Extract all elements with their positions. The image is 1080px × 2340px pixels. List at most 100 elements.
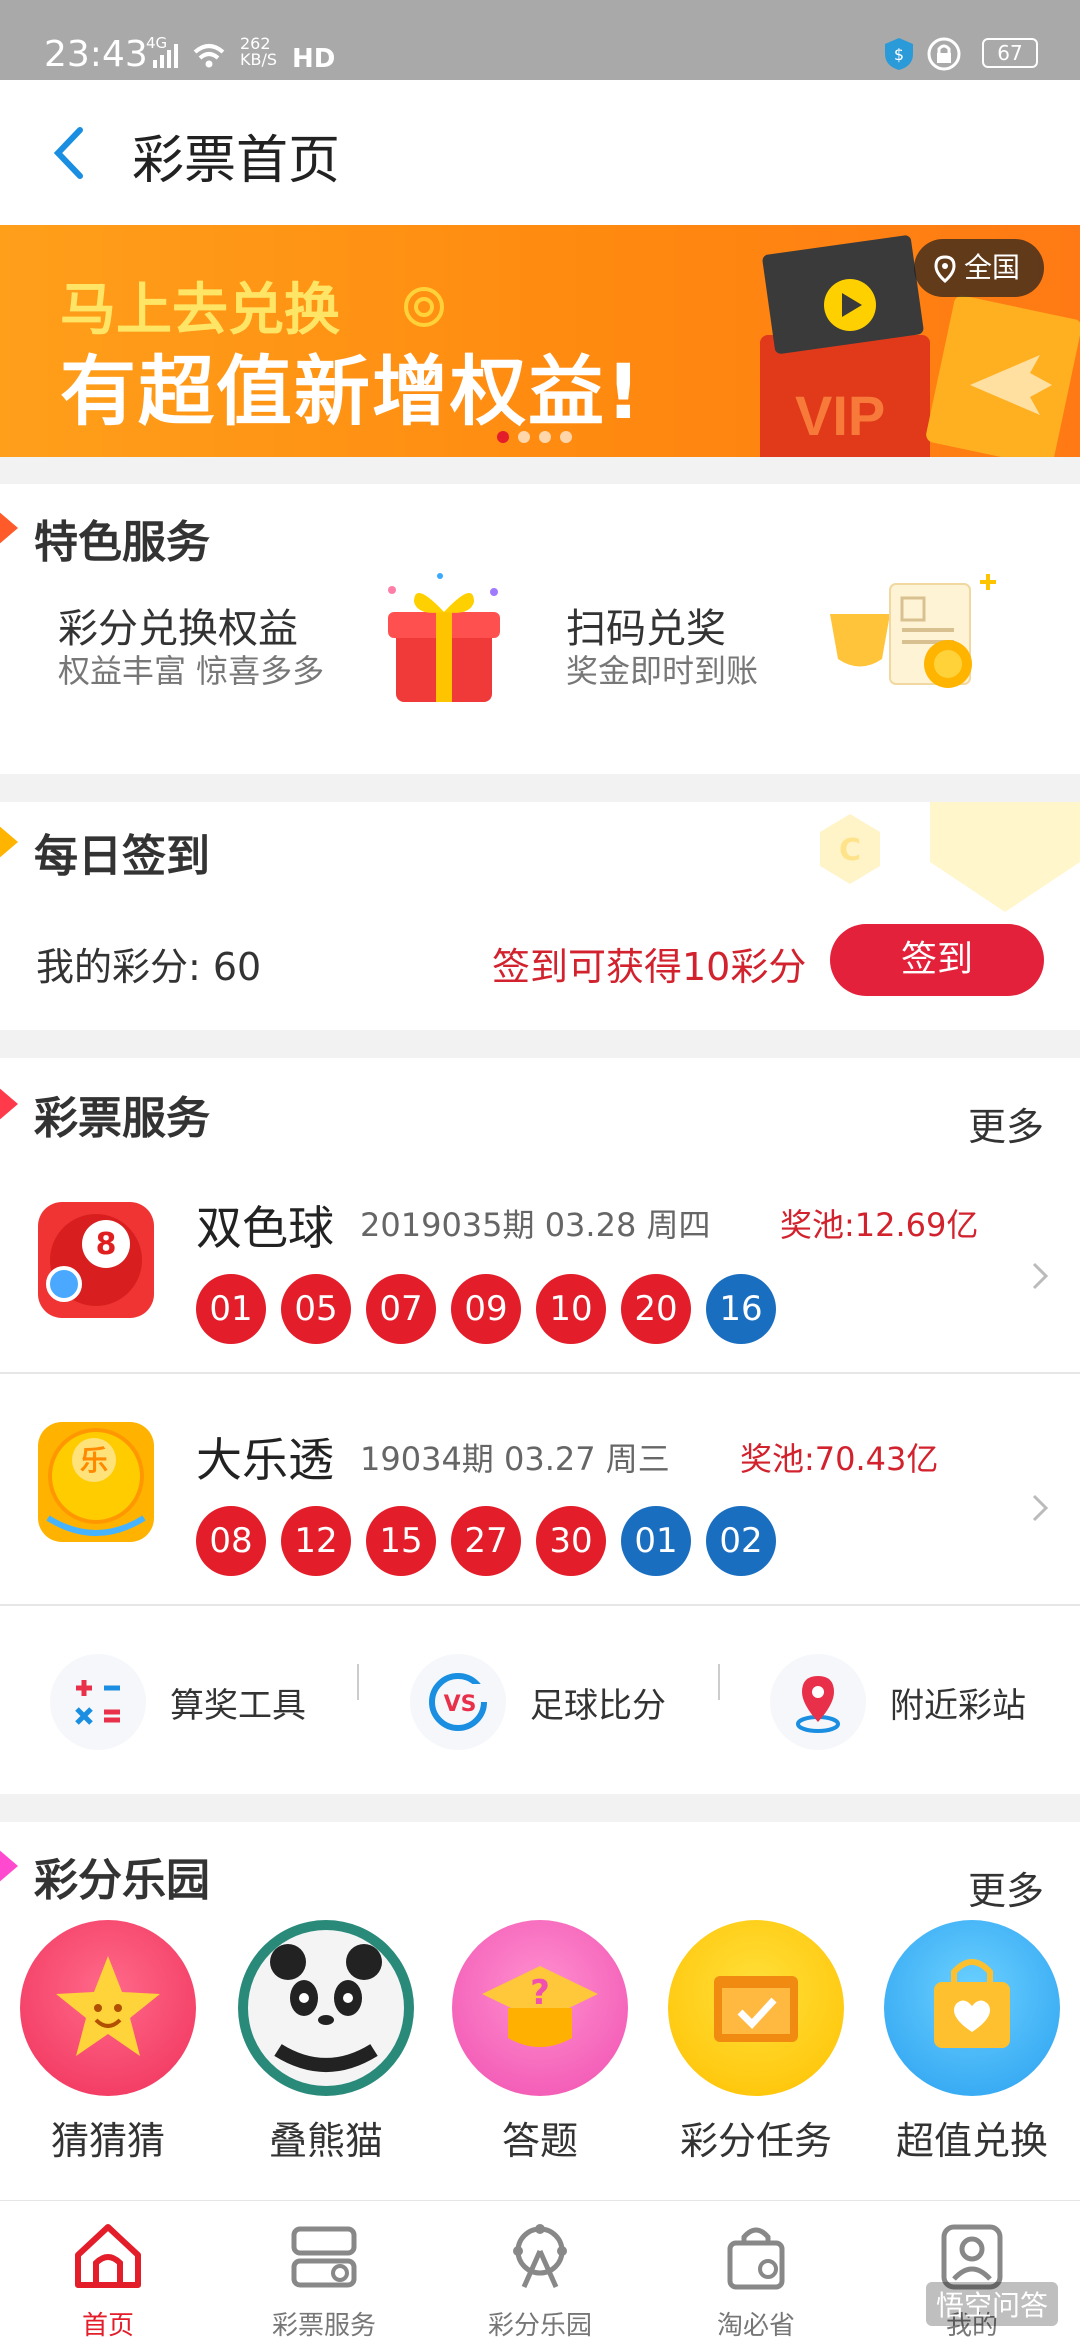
section-marker	[0, 510, 18, 546]
checkin-button[interactable]: 签到	[830, 924, 1044, 996]
shopping-bag-icon	[727, 2227, 785, 2290]
my-points-label: 我的彩分: 60	[36, 945, 262, 989]
red-ball: 12	[281, 1506, 351, 1576]
lottery-name: 双色球	[196, 1201, 334, 1255]
service-subtitle: 奖金即时到账	[566, 652, 759, 690]
lottery-services-card: 彩票服务 更多 8 双色球 2019035期 03.28 周四 奖池:12.69…	[0, 1058, 1080, 1794]
divider	[357, 1664, 359, 1700]
banner-subheadline: 有超值新增权益!	[60, 347, 643, 436]
question-cap-icon: ?	[482, 1966, 598, 2047]
tool-label: 足球比分	[530, 1686, 666, 1726]
svg-text:?: ?	[530, 1973, 550, 2013]
carousel-dot[interactable]	[518, 431, 530, 443]
task-check-icon	[714, 1976, 798, 2042]
checkin-reward-text: 签到可获得10彩分	[492, 945, 807, 989]
location-selector[interactable]: 全国	[913, 239, 1044, 297]
section-title: 特色服务	[34, 517, 210, 568]
le-badge-icon: 乐	[38, 1422, 154, 1542]
carousel-dot[interactable]	[560, 431, 572, 443]
section-marker	[0, 1086, 18, 1122]
shield-icon: $	[885, 38, 913, 70]
section-title: 彩分乐园	[34, 1855, 210, 1906]
park-item-label: 彩分任务	[679, 2119, 832, 2163]
promo-banner[interactable]: 马上去兑换 有超值新增权益! VIP 全国	[0, 225, 1080, 457]
park-item-label: 猜猜猜	[50, 2119, 165, 2163]
home-icon	[75, 2224, 141, 2288]
star-face-icon	[56, 1956, 160, 2056]
panda-icon	[248, 1930, 404, 2086]
page-title: 彩票首页	[132, 131, 341, 191]
location-label: 全国	[963, 251, 1020, 284]
exchange-rights-item[interactable]: 彩分兑换权益 权益丰富 惊喜多多	[0, 573, 540, 764]
tab-label: 彩票服务	[271, 2311, 376, 2340]
section-marker	[0, 824, 18, 860]
points-task-button[interactable]	[668, 1920, 844, 2096]
red-ball: 20	[621, 1274, 691, 1344]
park-item-label: 答题	[501, 2119, 578, 2163]
divider	[718, 1664, 720, 1700]
park-more-link[interactable]: 更多	[968, 1860, 1044, 1915]
nearby-stations-tool[interactable]: 附近彩站	[770, 1648, 1070, 1758]
chevron-right-icon	[1032, 1494, 1049, 1522]
lottery-row-shuangseqiu[interactable]: 8 双色球 2019035期 03.28 周四 奖池:12.69亿 01 05 …	[0, 1178, 1080, 1374]
tab-points-park[interactable]: 彩分乐园	[432, 2201, 648, 2340]
carousel-dot[interactable]	[497, 431, 509, 443]
tab-home[interactable]: 首页	[0, 2201, 216, 2340]
red-ball: 27	[451, 1506, 521, 1576]
svg-text:乐: 乐	[80, 1444, 108, 1477]
tool-label: 附近彩站	[890, 1686, 1026, 1726]
svg-text:8: 8	[96, 1227, 117, 1262]
svg-text:C: C	[839, 833, 861, 868]
tab-label: 淘必省	[716, 2311, 795, 2340]
lottery-row-daletou[interactable]: 乐 大乐透 19034期 03.27 周三 奖池:70.43亿 08 12 15…	[0, 1378, 1080, 1606]
status-time: 23:43	[44, 34, 148, 75]
scan-redeem-item[interactable]: 扫码兑奖 奖金即时到账	[540, 574, 1080, 764]
location-pin-icon	[770, 1654, 866, 1750]
featured-services-card: 特色服务 彩分兑换权益 权益丰富 惊喜多多 扫码兑奖 奖金即时到账	[0, 484, 1080, 774]
battery-indicator: 67	[982, 38, 1038, 68]
lottery-name: 大乐透	[196, 1433, 334, 1487]
service-subtitle: 权益丰富 惊喜多多	[58, 652, 325, 690]
quiz-button[interactable]: ?	[452, 1920, 628, 2096]
section-title: 彩票服务	[34, 1093, 210, 1144]
coin-icon	[404, 287, 444, 327]
ball-8-icon: 8	[38, 1202, 154, 1318]
calculator-icon	[50, 1654, 146, 1750]
red-ball: 30	[536, 1506, 606, 1576]
net-speed: 262 KB/S	[240, 34, 278, 69]
lottery-more-link[interactable]: 更多	[968, 1096, 1044, 1151]
guess-game-button[interactable]	[20, 1920, 196, 2096]
lottery-pool: 奖池:12.69亿	[780, 1206, 979, 1244]
prize-calculator-tool[interactable]: 算奖工具	[50, 1648, 350, 1758]
ferris-wheel-icon	[513, 2224, 567, 2289]
lottery-pool: 奖池:70.43亿	[740, 1440, 939, 1478]
tab-taobisheng[interactable]: 淘必省	[648, 2201, 864, 2340]
net-type: 4G	[146, 34, 168, 52]
red-ball: 10	[536, 1274, 606, 1344]
football-score-tool[interactable]: VS 足球比分	[410, 1648, 710, 1758]
stack-panda-button[interactable]	[238, 1920, 414, 2096]
park-item-label: 超值兑换	[895, 2119, 1048, 2163]
tab-lottery-service[interactable]: 彩票服务	[216, 2201, 432, 2340]
back-arrow-icon[interactable]	[40, 118, 100, 188]
status-bar: 23:43 4G 262 KB/S HD $ 67	[0, 0, 1080, 80]
svg-text:$: $	[894, 45, 904, 64]
carousel-dot[interactable]	[539, 431, 551, 443]
coin-decoration-icon: C	[820, 802, 1080, 912]
value-exchange-button[interactable]	[884, 1920, 1060, 2096]
carousel-dots	[497, 428, 581, 447]
gift-box-icon	[388, 573, 500, 702]
top-navbar: 彩票首页	[0, 80, 1080, 225]
tab-label: 首页	[81, 2311, 134, 2340]
bottom-tab-bar: 首页 彩票服务 彩分乐园 淘必省 我的	[0, 2200, 1080, 2340]
chevron-right-icon	[1032, 1262, 1049, 1290]
watermark: 悟空问答	[925, 2282, 1058, 2326]
vip-text: VIP	[795, 384, 885, 447]
blue-ball: 01	[621, 1506, 691, 1576]
red-ball: 09	[451, 1274, 521, 1344]
location-pin-icon	[934, 255, 956, 284]
blue-ball: 16	[706, 1274, 776, 1344]
lottery-issue: 2019035期 03.28 周四	[360, 1206, 711, 1244]
red-ball: 15	[366, 1506, 436, 1576]
section-marker	[0, 1848, 18, 1884]
